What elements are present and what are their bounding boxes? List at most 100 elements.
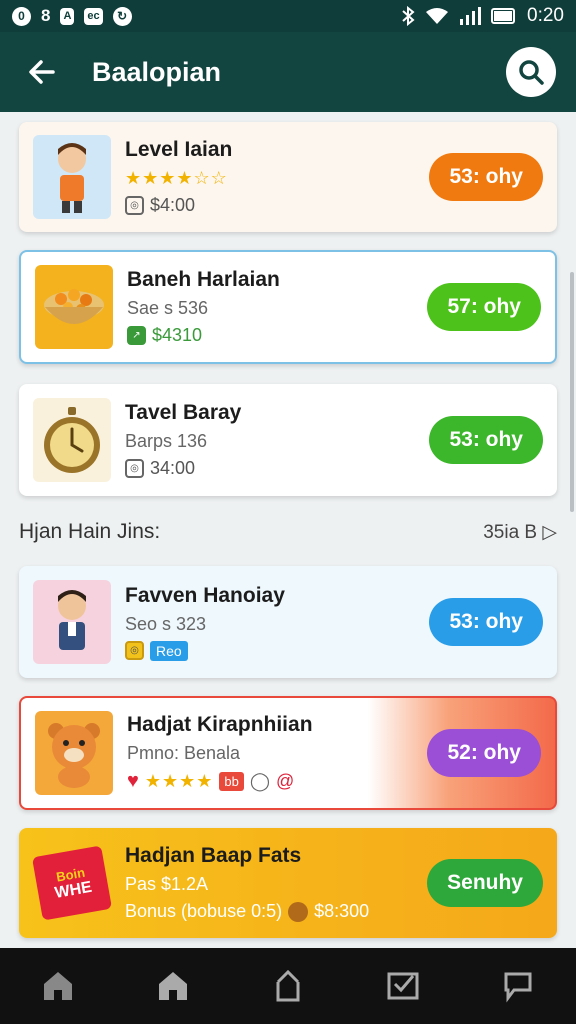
list-item[interactable]: Favven Hanoiay Seo s 323 ◎ Reo 53: ohy — [19, 566, 557, 678]
heart-icon: ♥ — [127, 770, 139, 792]
item-meta: ◎ $4:00 — [125, 195, 429, 216]
home-icon — [43, 972, 72, 1000]
pet-thumbnail — [35, 711, 113, 795]
sb-app-icon-2: ec — [84, 7, 103, 25]
search-icon — [519, 60, 544, 85]
item-subtitle: Barps 136 — [125, 431, 208, 451]
list-item[interactable]: Hadjat Kirapnhiian Pmno: Benala ♥ ★★★★ b… — [19, 696, 557, 810]
scrollbar[interactable] — [570, 272, 574, 512]
chat-icon — [504, 972, 532, 1003]
coin-icon — [288, 901, 309, 922]
item-info: Baneh Harlaian Sae s 536 ↗ $4310 — [127, 268, 427, 346]
nav-inbox[interactable] — [373, 956, 433, 1016]
buy-button[interactable]: 57: ohy — [427, 283, 541, 331]
list-item[interactable]: Baneh Harlaian Sae s 536 ↗ $4310 57: ohy — [19, 250, 557, 364]
item-subtitle: Pmno: Benala — [127, 743, 241, 763]
buy-button[interactable]: 53: ohy — [429, 153, 543, 201]
nav-share[interactable] — [258, 956, 318, 1016]
search-button[interactable] — [506, 47, 556, 97]
clock-icon: ◯ — [249, 771, 271, 791]
nav-home[interactable] — [28, 956, 88, 1016]
list-item[interactable]: Tavel Baray Barps 136 ◎ 34:00 53: ohy — [19, 384, 557, 496]
home-filled-icon — [158, 972, 187, 1000]
sync-icon: ↻ — [112, 6, 132, 26]
see-all-label: 35ia B — [483, 521, 538, 543]
list-item[interactable]: Level Iaian ★★★★☆☆ ◎ $4:00 53: ohy — [19, 122, 557, 232]
item-subtitle: Sae s 536 — [127, 298, 209, 318]
item-tag: bb — [219, 772, 244, 791]
nav-home-2[interactable] — [143, 956, 203, 1016]
section-header: Hjan Hain Jins: 35ia B ▷ — [19, 520, 557, 544]
nav-chat[interactable] — [488, 956, 548, 1016]
item-title: Favven Hanoiay — [125, 583, 285, 607]
rating-stars: ★★★★☆☆ — [125, 168, 228, 188]
item-info: Level Iaian ★★★★☆☆ ◎ $4:00 — [125, 138, 429, 216]
see-all-link[interactable]: 35ia B ▷ — [483, 521, 557, 544]
buy-button[interactable]: 53: ohy — [429, 598, 543, 646]
share-icon — [276, 969, 300, 1002]
trend-icon: ↗ — [127, 326, 146, 345]
arrow-left-icon — [29, 60, 55, 84]
camera-icon: ◎ — [125, 459, 144, 478]
item-meta: ↗ $4310 — [127, 325, 427, 346]
promo-item[interactable]: Boin WHE Hadjan Baap Fats Pas $1.2A Bonu… — [19, 828, 557, 938]
bear-character-icon — [48, 723, 100, 788]
notification-icon: 0 — [12, 6, 31, 26]
character-thumbnail — [33, 580, 111, 664]
pocket-watch-icon — [44, 407, 100, 473]
app-bar: Baalopian — [0, 32, 576, 112]
bottom-nav — [0, 948, 576, 1024]
camera-icon: ◎ — [125, 196, 144, 215]
coin-icon: ◎ — [125, 641, 144, 660]
content-list[interactable]: Level Iaian ★★★★☆☆ ◎ $4:00 53: ohy Baneh… — [0, 112, 576, 948]
item-title: Tavel Baray — [125, 401, 242, 424]
item-price: $4310 — [152, 325, 203, 345]
item-subtitle: Pas $1.2A — [125, 874, 209, 894]
sticker-icon: @ — [276, 771, 295, 791]
battery-icon — [491, 8, 516, 24]
clock: 0:20 — [527, 5, 564, 26]
item-title: Baneh Harlaian — [127, 268, 280, 291]
status-left: 0 8 A ec ↻ — [12, 6, 132, 26]
item-meta: ◎ 34:00 — [125, 458, 429, 479]
item-subtitle: Seo s 323 — [125, 613, 207, 634]
status-bar: 0 8 A ec ↻ 0:20 — [0, 0, 576, 32]
item-info: Hadjan Baap Fats Pas $1.2A Bonus (bobuse… — [125, 844, 427, 922]
item-title: Hadjan Baap Fats — [125, 844, 302, 867]
buy-button[interactable]: Senuhy — [427, 859, 543, 907]
item-info: Favven Hanoiay Seo s 323 ◎ Reo — [125, 584, 429, 661]
item-badge: Reo — [150, 640, 188, 661]
item-title: Level Iaian — [125, 138, 233, 161]
item-info: Tavel Baray Barps 136 ◎ 34:00 — [125, 401, 429, 479]
back-button[interactable] — [20, 50, 64, 94]
status-right: 0:20 — [401, 5, 564, 27]
promo-thumbnail: Boin WHE — [31, 841, 113, 925]
signal-icon — [460, 7, 482, 25]
rating-stars: ★★★★ — [144, 771, 214, 791]
page-title: Baalopian — [92, 56, 222, 87]
bonus-label: Bonus (bobuse 0:5) — [125, 901, 283, 921]
food-thumbnail — [35, 265, 113, 349]
item-title: Hadjat Kirapnhiian — [127, 713, 313, 736]
character-icon — [58, 590, 86, 650]
item-info: Hadjat Kirapnhiian Pmno: Benala ♥ ★★★★ b… — [127, 713, 427, 793]
chevron-right-icon: ▷ — [542, 521, 557, 543]
sb-app-icon-1: A — [60, 7, 75, 25]
watch-thumbnail — [33, 398, 111, 482]
inbox-check-icon — [387, 972, 419, 1000]
status-left-text: 8 — [41, 6, 51, 25]
bonus-row: Bonus (bobuse 0:5) $8:300 — [125, 901, 427, 922]
buy-button[interactable]: 52: ohy — [427, 729, 541, 777]
item-meta: ♥ ★★★★ bb ◯ @ — [127, 770, 427, 793]
character-thumbnail — [33, 135, 111, 219]
wifi-icon — [426, 8, 449, 24]
section-title: Hjan Hain Jins: — [19, 520, 161, 543]
buy-button[interactable]: 53: ohy — [429, 416, 543, 464]
food-bowl-icon — [44, 289, 104, 324]
bluetooth-icon — [402, 6, 415, 26]
item-price: $4:00 — [150, 195, 196, 215]
bonus-value: $8:300 — [314, 901, 370, 921]
item-price: 34:00 — [150, 458, 196, 478]
character-icon — [58, 143, 86, 213]
promo-badge: Boin WHE — [31, 845, 113, 921]
